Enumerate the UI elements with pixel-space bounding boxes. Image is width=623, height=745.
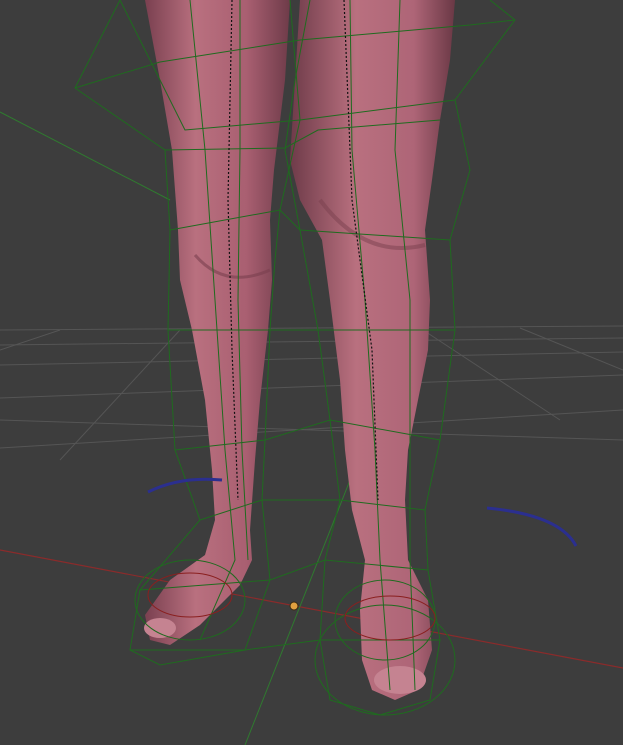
x-axis-line [0, 549, 623, 669]
right-leg[interactable] [290, 0, 455, 700]
left-toes [144, 618, 176, 638]
3d-origin-icon[interactable] [289, 601, 299, 611]
floor-grid [0, 325, 623, 461]
character-legs-mesh[interactable] [144, 0, 455, 700]
right-ik-curve[interactable] [486, 506, 578, 547]
right-toes [374, 666, 426, 694]
left-ik-curve[interactable] [147, 477, 223, 494]
y-axis-line [0, 111, 171, 201]
left-leg[interactable] [145, 0, 290, 645]
viewport-canvas[interactable] [0, 0, 623, 745]
3d-viewport[interactable] [0, 0, 623, 745]
